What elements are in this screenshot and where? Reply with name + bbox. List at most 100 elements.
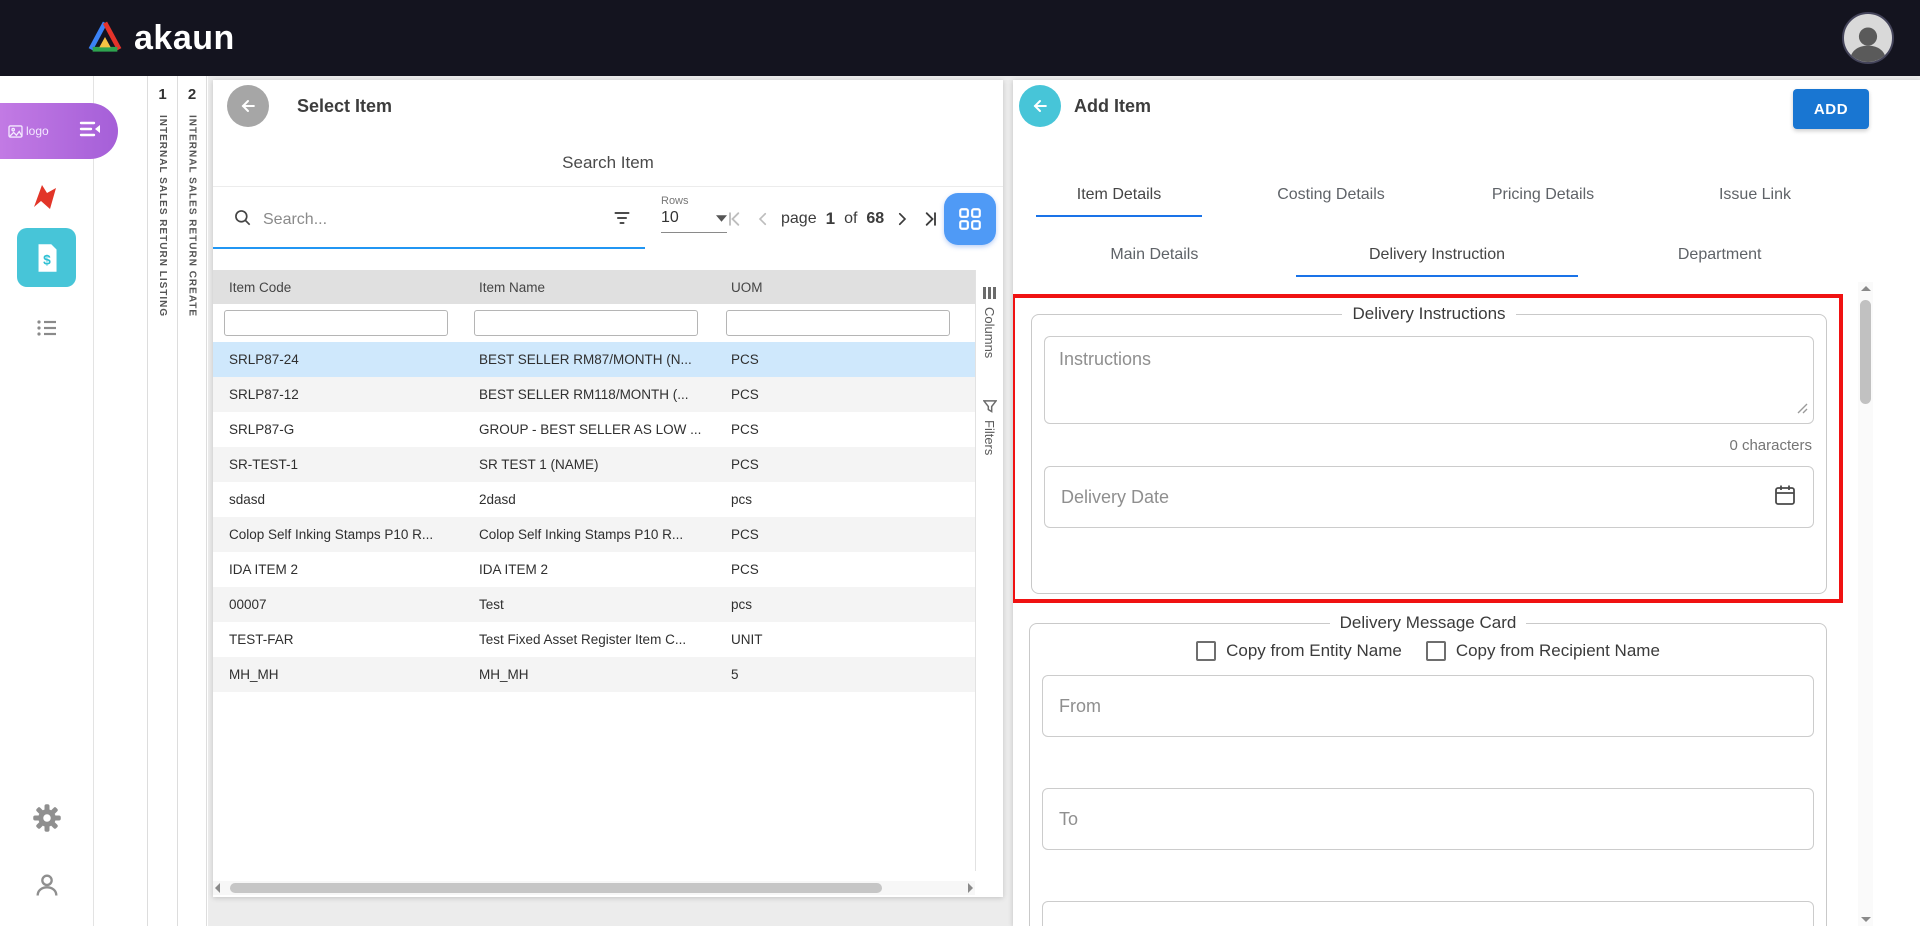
scroll-left-icon[interactable] [215, 883, 220, 893]
table-row[interactable]: SRLP87-24 BEST SELLER RM87/MONTH (N... P… [213, 342, 975, 377]
message-input[interactable] [1059, 921, 1797, 926]
tab-main-details[interactable]: Main Details [1013, 233, 1296, 277]
brand-name: akaun [134, 19, 235, 58]
instructions-textarea[interactable] [1044, 336, 1814, 424]
page-number: 1 [826, 209, 835, 229]
from-input[interactable] [1059, 696, 1797, 717]
scrollbar-thumb[interactable] [1860, 300, 1871, 404]
prev-page-icon[interactable] [754, 209, 772, 229]
table-row[interactable]: SRLP87-12 BEST SELLER RM118/MONTH (... P… [213, 377, 975, 412]
sub-tabs: Main Details Delivery Instruction Depart… [1013, 233, 1861, 277]
filters-rail-button[interactable]: Filters [982, 400, 997, 455]
list-menu-icon[interactable] [33, 316, 61, 345]
cell-uom: PCS [715, 527, 975, 542]
tab-delivery-instruction[interactable]: Delivery Instruction [1296, 233, 1579, 277]
instructions-field [1044, 336, 1814, 429]
filter-input-uom[interactable] [726, 310, 950, 336]
columns-rail-button[interactable]: Columns [982, 286, 997, 358]
select-item-header: Select Item Search Item [213, 80, 1003, 187]
tab-pricing-details[interactable]: Pricing Details [1437, 172, 1649, 217]
cell-item-code: MH_MH [213, 667, 463, 682]
next-page-icon[interactable] [893, 209, 911, 229]
cell-item-code: SRLP87-G [213, 422, 463, 437]
columns-rail-label: Columns [982, 307, 997, 358]
horizontal-scrollbar[interactable] [213, 881, 975, 895]
cell-item-code: 00007 [213, 597, 463, 612]
vertical-scrollbar[interactable] [1858, 282, 1873, 926]
scrollbar-thumb[interactable] [230, 883, 882, 893]
profile-person-icon[interactable] [33, 871, 61, 904]
cell-item-name: Test Fixed Asset Register Item C... [463, 632, 715, 647]
col-header-item-code: Item Code [213, 280, 463, 295]
logo-alt-text: logo [26, 124, 49, 138]
cell-item-name: 2dasd [463, 492, 715, 507]
delivery-message-card-legend: Delivery Message Card [1330, 613, 1527, 633]
tab-item-details[interactable]: Item Details [1013, 172, 1225, 217]
of-label: of [844, 210, 857, 228]
broken-logo-image: logo [8, 124, 49, 138]
cell-uom: pcs [715, 597, 975, 612]
message-field-cutoff [1042, 901, 1814, 926]
add-button[interactable]: ADD [1793, 89, 1869, 129]
cell-item-code: IDA ITEM 2 [213, 562, 463, 577]
copy-entity-option[interactable]: Copy from Entity Name [1196, 641, 1402, 661]
to-input[interactable] [1059, 809, 1797, 830]
table-row[interactable]: 00007 Test pcs [213, 587, 975, 622]
table-row[interactable]: TEST-FAR Test Fixed Asset Register Item … [213, 622, 975, 657]
back-button[interactable] [227, 85, 269, 127]
filter-input-item-name[interactable] [474, 310, 698, 336]
rows-label: Rows [661, 195, 727, 207]
last-page-icon[interactable] [920, 209, 940, 229]
delivery-date-field [1044, 466, 1814, 528]
pagination: page 1 of 68 [725, 209, 940, 229]
first-page-icon[interactable] [725, 209, 745, 229]
grid-view-button[interactable] [944, 193, 996, 245]
brand: akaun [86, 19, 235, 58]
table-row[interactable]: Colop Self Inking Stamps P10 R... Colop … [213, 517, 975, 552]
tab-department[interactable]: Department [1578, 233, 1861, 277]
search-field [213, 193, 645, 249]
table-body: SRLP87-24 BEST SELLER RM87/MONTH (N... P… [213, 342, 975, 692]
tab-issue-link[interactable]: Issue Link [1649, 172, 1861, 217]
workspace-tab-listing[interactable]: 1 INTERNAL SALES RETURN LISTING [147, 76, 177, 926]
sales-doc-icon[interactable]: $ [17, 228, 76, 287]
settings-gear-icon[interactable] [32, 803, 62, 838]
search-input[interactable] [263, 211, 601, 229]
cell-item-name: GROUP - BEST SELLER AS LOW ... [463, 422, 715, 437]
filter-list-icon[interactable] [611, 208, 633, 233]
user-avatar[interactable] [1842, 12, 1894, 64]
table-row[interactable]: sdasd 2dasd pcs [213, 482, 975, 517]
filter-input-item-code[interactable] [224, 310, 448, 336]
pdf-app-icon[interactable] [27, 181, 61, 218]
svg-text:$: $ [43, 252, 51, 267]
table-row[interactable]: MH_MH MH_MH 5 [213, 657, 975, 692]
rows-per-page[interactable]: Rows 10 [661, 195, 727, 233]
filters-rail-label: Filters [982, 420, 997, 455]
sidebar-collapse-chip[interactable]: logo [0, 103, 118, 159]
table-row[interactable]: IDA ITEM 2 IDA ITEM 2 PCS [213, 552, 975, 587]
workspace-tab-create[interactable]: 2 INTERNAL SALES RETURN CREATE [177, 76, 207, 926]
cell-item-name: Test [463, 597, 715, 612]
table-row[interactable]: SR-TEST-1 SR TEST 1 (NAME) PCS [213, 447, 975, 482]
back-button[interactable] [1019, 85, 1061, 127]
scroll-down-icon[interactable] [1861, 917, 1871, 922]
items-table: Item Code Item Name UOM SRLP87-24 BEST S… [213, 270, 975, 692]
cell-uom: PCS [715, 457, 975, 472]
copy-recipient-option[interactable]: Copy from Recipient Name [1426, 641, 1660, 661]
resize-handle-icon[interactable] [1797, 401, 1808, 419]
copy-entity-checkbox[interactable] [1196, 641, 1216, 661]
cell-item-code: SR-TEST-1 [213, 457, 463, 472]
copy-recipient-checkbox[interactable] [1426, 641, 1446, 661]
scroll-right-icon[interactable] [968, 883, 973, 893]
scroll-up-icon[interactable] [1861, 286, 1871, 291]
cell-item-code: TEST-FAR [213, 632, 463, 647]
tab-costing-details[interactable]: Costing Details [1225, 172, 1437, 217]
col-header-uom: UOM [715, 280, 975, 295]
table-row[interactable]: SRLP87-G GROUP - BEST SELLER AS LOW ... … [213, 412, 975, 447]
cell-item-code: Colop Self Inking Stamps P10 R... [213, 527, 463, 542]
calendar-icon[interactable] [1773, 483, 1797, 512]
cell-uom: 5 [715, 667, 975, 682]
delivery-date-input[interactable] [1061, 487, 1773, 508]
brand-triangle-icon [86, 19, 124, 58]
cell-uom: UNIT [715, 632, 975, 647]
